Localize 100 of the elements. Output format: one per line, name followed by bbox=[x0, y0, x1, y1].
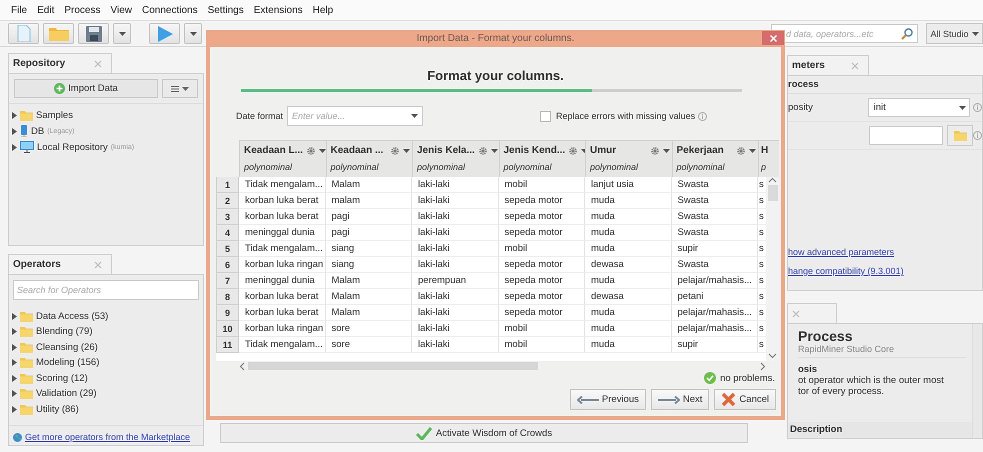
gear-icon[interactable] bbox=[650, 146, 658, 154]
expand-arrow-icon[interactable] bbox=[12, 344, 17, 350]
expand-arrow-icon[interactable] bbox=[12, 312, 17, 320]
menu-item[interactable]: Extensions bbox=[254, 4, 303, 16]
table-cell: mobil bbox=[498, 321, 585, 337]
save-menu-button[interactable] bbox=[113, 23, 131, 44]
caret-icon[interactable] bbox=[749, 148, 756, 152]
menu-item[interactable]: File bbox=[11, 4, 28, 16]
gear-icon[interactable] bbox=[478, 146, 487, 154]
panel-tab[interactable]: meters bbox=[787, 55, 869, 75]
expand-arrow-icon[interactable] bbox=[12, 390, 17, 397]
tree-item[interactable]: Utility (86) bbox=[36, 404, 79, 414]
column-type: polynominal bbox=[244, 162, 294, 172]
column-header[interactable]: Pekerjaan polynominal bbox=[672, 140, 758, 177]
column-header[interactable]: Jenis Kela... polynominal bbox=[412, 140, 498, 177]
link[interactable]: how advanced parameters bbox=[788, 247, 982, 257]
folder-icon bbox=[48, 26, 68, 40]
panel-tab[interactable]: Operators bbox=[8, 254, 112, 274]
menu-button[interactable] bbox=[162, 79, 198, 98]
caret-icon[interactable] bbox=[959, 106, 966, 110]
column-header[interactable]: Keadaan L... polynominal bbox=[239, 140, 326, 177]
tree-item[interactable]: Samples bbox=[36, 110, 73, 120]
checkbox[interactable] bbox=[540, 110, 552, 122]
row-number: 4 bbox=[216, 225, 239, 241]
table-cell: sepeda motor bbox=[498, 273, 585, 289]
scroll-right-icon[interactable] bbox=[760, 362, 766, 370]
column-type: polynominal bbox=[590, 162, 640, 172]
expand-arrow-icon[interactable] bbox=[12, 112, 17, 118]
caret-icon[interactable] bbox=[118, 32, 126, 36]
table-cell: lanjut usia bbox=[585, 177, 672, 193]
menu-item[interactable]: Connections bbox=[142, 4, 198, 16]
close-button[interactable] bbox=[762, 31, 784, 45]
caret-icon[interactable] bbox=[662, 148, 670, 152]
caret-icon[interactable] bbox=[190, 32, 196, 36]
tree-item[interactable]: Blending (79) bbox=[36, 326, 93, 337]
table-cell: Swasta bbox=[672, 177, 758, 193]
column-header[interactable]: Jenis Kend... polynominal bbox=[498, 140, 585, 177]
expand-arrow-icon[interactable] bbox=[12, 128, 17, 134]
input-field[interactable] bbox=[869, 126, 943, 145]
menu-item[interactable]: Help bbox=[312, 4, 334, 16]
dropdown-placeholder: Enter value... bbox=[292, 111, 346, 121]
column-header[interactable]: H p bbox=[758, 140, 779, 177]
scroll-thumb[interactable] bbox=[768, 185, 778, 201]
field-label: Date format bbox=[236, 111, 284, 121]
table-cell: laki-laki bbox=[412, 241, 498, 257]
gear-icon[interactable] bbox=[569, 146, 578, 154]
scrollbar[interactable] bbox=[972, 324, 982, 438]
tree-item[interactable]: Local Repository bbox=[37, 142, 108, 152]
cancel-button[interactable]: Cancel bbox=[714, 389, 776, 410]
table-cell: korban luka ringan bbox=[239, 321, 326, 337]
caret-icon[interactable] bbox=[411, 114, 418, 118]
row-number: 3 bbox=[216, 209, 239, 225]
expand-arrow-icon[interactable] bbox=[12, 374, 17, 382]
caret-icon[interactable] bbox=[318, 148, 326, 152]
caret-icon[interactable] bbox=[403, 148, 410, 152]
link[interactable]: hange compatibility (9.3.001) bbox=[788, 266, 982, 276]
gear-icon[interactable] bbox=[306, 146, 315, 154]
scrollbar[interactable] bbox=[766, 177, 779, 361]
scrollbar[interactable] bbox=[239, 361, 766, 371]
tree-item[interactable]: Cleansing (26) bbox=[36, 342, 98, 352]
menu-item[interactable]: Edit bbox=[37, 4, 54, 16]
search-icon[interactable] bbox=[901, 28, 913, 40]
table-cell: sepeda motor bbox=[498, 305, 585, 321]
expand-arrow-icon[interactable] bbox=[12, 144, 17, 150]
expand-arrow-icon[interactable] bbox=[12, 328, 17, 335]
scroll-up-icon[interactable] bbox=[768, 177, 777, 183]
expand-arrow-icon[interactable] bbox=[12, 406, 17, 412]
expand-arrow-icon[interactable] bbox=[12, 359, 17, 366]
panel-tab[interactable]: Repository bbox=[8, 53, 112, 73]
menu-item[interactable]: Process bbox=[64, 4, 100, 16]
wisdom-of-crowds-button[interactable]: Activate Wisdom of Crowds bbox=[220, 423, 748, 443]
column-header[interactable]: Umur polynominal bbox=[585, 140, 672, 177]
table-cell: petani bbox=[672, 289, 758, 305]
menu-item[interactable]: View bbox=[110, 4, 132, 16]
tree-item[interactable]: Scoring (12) bbox=[36, 372, 88, 384]
scroll-thumb[interactable] bbox=[248, 362, 538, 370]
caret-icon[interactable] bbox=[490, 148, 498, 152]
scroll-down-icon[interactable] bbox=[768, 353, 777, 359]
column-header[interactable]: Keadaan ... polynominal bbox=[326, 140, 412, 177]
dropdown[interactable]: init bbox=[868, 98, 970, 117]
save-button[interactable] bbox=[78, 23, 109, 44]
marketplace-link[interactable]: Get more operators from the Marketplace bbox=[25, 432, 190, 442]
gear-icon[interactable] bbox=[737, 146, 745, 154]
gear-icon[interactable] bbox=[391, 146, 399, 154]
previous-button[interactable]: Previous bbox=[570, 389, 646, 410]
menu-item[interactable]: Settings bbox=[208, 4, 244, 16]
caret-icon[interactable] bbox=[182, 86, 189, 90]
tree-item[interactable]: Data Access (53) bbox=[36, 310, 108, 322]
import-data-button[interactable]: Import Data bbox=[14, 79, 158, 98]
tree-item[interactable]: Validation (29) bbox=[36, 388, 97, 399]
tree-item[interactable]: DB bbox=[31, 126, 44, 136]
caret-icon[interactable] bbox=[972, 32, 979, 36]
row-number: 11 bbox=[216, 337, 239, 353]
run-menu-button[interactable] bbox=[184, 23, 202, 44]
table-cell: Swasta bbox=[672, 193, 758, 209]
studio-dropdown[interactable]: All Studio bbox=[926, 23, 983, 44]
next-button[interactable]: Next bbox=[650, 389, 710, 410]
tree-item[interactable]: Modeling (156) bbox=[36, 357, 100, 368]
scroll-left-icon[interactable] bbox=[239, 362, 245, 370]
table-cell: pelajar/mahasis... bbox=[672, 273, 758, 289]
